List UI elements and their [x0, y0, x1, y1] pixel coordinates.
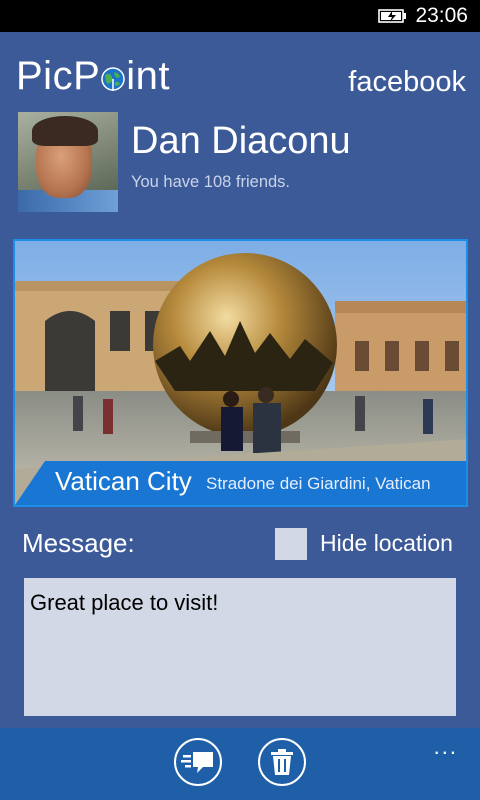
globe-icon: [101, 66, 125, 91]
battery-charging-icon: [378, 9, 406, 23]
avatar-hair: [32, 116, 98, 146]
network-name: facebook: [348, 66, 466, 98]
post-button[interactable]: [174, 738, 222, 786]
app-title: PicP int: [16, 54, 170, 99]
delete-button[interactable]: [258, 738, 306, 786]
message-input[interactable]: Great place to visit!: [24, 578, 456, 716]
post-icon: [181, 752, 213, 773]
delete-icon: [271, 749, 293, 775]
location-caption: Vatican City Stradone dei Giardini, Vati…: [15, 461, 466, 505]
more-button[interactable]: ...: [434, 734, 458, 760]
hide-location-checkbox[interactable]: [275, 528, 307, 560]
status-time: 23:06: [415, 4, 468, 27]
photo-preview[interactable]: Vatican City Stradone dei Giardini, Vati…: [13, 239, 468, 507]
brand-prefix: PicP: [16, 54, 101, 98]
friends-count: You have 108 friends.: [131, 173, 291, 191]
status-bar: 23:06: [0, 0, 480, 32]
location-street: Stradone dei Giardini, Vatican: [206, 474, 431, 493]
location-city: Vatican City: [55, 466, 192, 496]
user-name: Dan Diaconu: [131, 120, 351, 162]
avatar: [18, 112, 118, 212]
hide-location-label[interactable]: Hide location: [320, 530, 453, 557]
brand-suffix: int: [126, 54, 170, 98]
caption-wedge: [15, 461, 45, 505]
share-screen: PicP int facebook Dan Diaconu You have 1…: [0, 32, 480, 800]
app-bar: ...: [0, 728, 480, 800]
message-label: Message:: [22, 528, 135, 558]
